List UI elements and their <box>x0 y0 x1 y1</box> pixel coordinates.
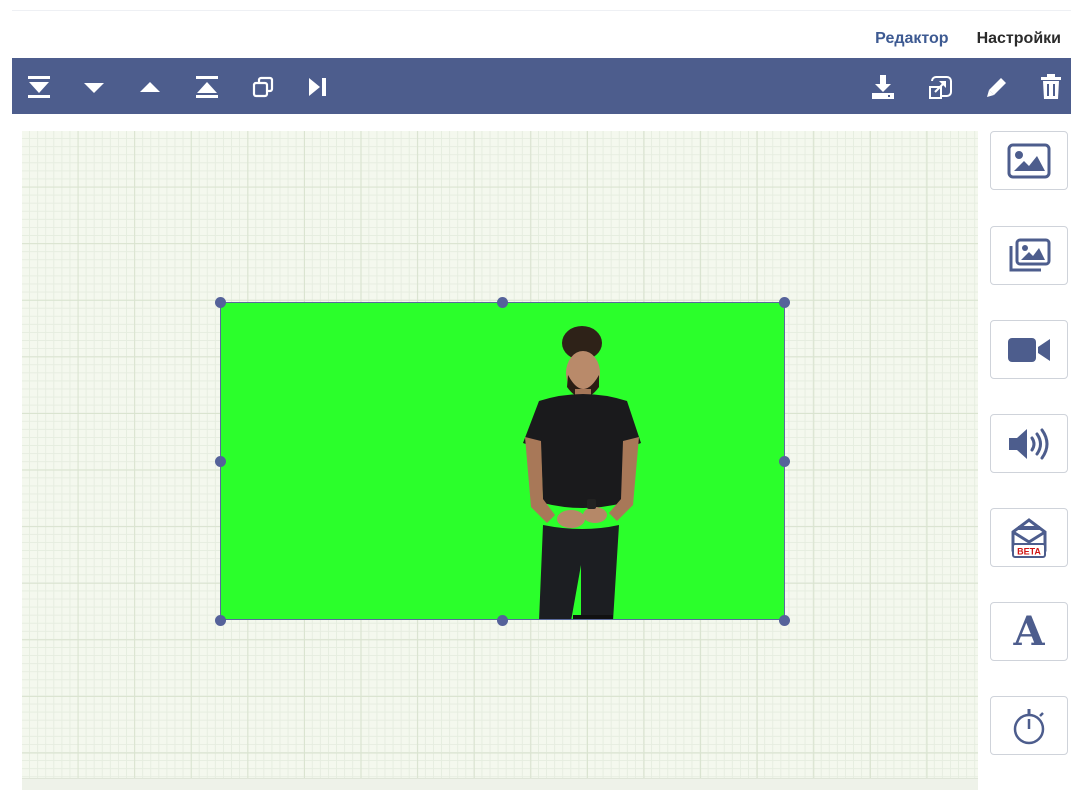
header-tabs: Редактор Настройки <box>875 30 1061 48</box>
add-image-button[interactable] <box>990 131 1068 190</box>
resize-handle-bottom-left[interactable] <box>215 615 226 626</box>
canvas-bottom-edge <box>22 778 978 790</box>
move-to-top-button[interactable] <box>192 72 222 102</box>
editor-page: Редактор Настройки BETA A <box>0 0 1071 799</box>
move-up-icon <box>140 82 160 92</box>
resize-handle-top-right[interactable] <box>779 297 790 308</box>
envelope-beta-icon: BETA <box>1011 517 1047 558</box>
add-text-button[interactable]: A <box>990 602 1068 661</box>
delete-button[interactable] <box>1036 72 1066 102</box>
speaker-icon <box>1009 428 1049 459</box>
move-down-button[interactable] <box>79 72 109 102</box>
download-button[interactable] <box>868 72 898 102</box>
add-timer-button[interactable] <box>990 696 1068 755</box>
tab-editor[interactable]: Редактор <box>875 30 948 48</box>
resize-handle-top-left[interactable] <box>215 297 226 308</box>
edit-button[interactable] <box>982 72 1012 102</box>
step-forward-icon <box>309 78 326 96</box>
move-to-top-icon <box>196 76 218 98</box>
pencil-icon <box>987 78 1006 97</box>
person-silhouette <box>523 326 641 619</box>
beta-badge: BETA <box>1017 546 1041 556</box>
step-forward-button[interactable] <box>302 72 332 102</box>
gallery-icon <box>1009 238 1051 271</box>
move-to-bottom-button[interactable] <box>24 72 54 102</box>
video-frame-element[interactable] <box>220 302 785 620</box>
resize-handle-top[interactable] <box>497 297 508 308</box>
tab-settings[interactable]: Настройки <box>977 30 1061 48</box>
resize-handle-right[interactable] <box>779 456 790 467</box>
resize-handle-bottom-right[interactable] <box>779 615 790 626</box>
resize-icon <box>929 76 952 99</box>
resize-button[interactable] <box>926 72 956 102</box>
toolbar <box>12 58 1071 114</box>
text-icon: A <box>1013 607 1045 655</box>
duplicate-button[interactable] <box>248 72 278 102</box>
add-audio-button[interactable] <box>990 414 1068 473</box>
video-camera-icon <box>1008 337 1050 362</box>
duplicate-icon <box>252 76 274 98</box>
timer-icon <box>1013 708 1045 744</box>
move-down-icon <box>84 83 104 93</box>
resize-handle-left[interactable] <box>215 456 226 467</box>
add-video-button[interactable] <box>990 320 1068 379</box>
resize-handle-bottom[interactable] <box>497 615 508 626</box>
download-icon <box>872 75 894 99</box>
move-up-button[interactable] <box>135 72 165 102</box>
add-gallery-button[interactable] <box>990 226 1068 285</box>
top-divider <box>12 10 1071 11</box>
add-form-beta-button[interactable]: BETA <box>990 508 1068 567</box>
image-icon <box>1007 143 1051 178</box>
trash-icon <box>1041 74 1061 99</box>
move-to-bottom-icon <box>28 76 50 98</box>
